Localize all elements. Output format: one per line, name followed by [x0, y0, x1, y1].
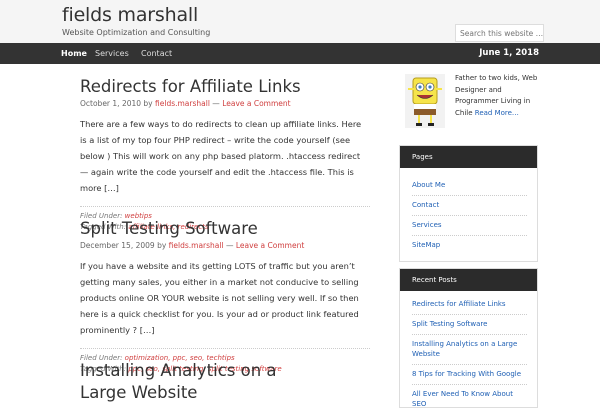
read-more-link[interactable]: Read More…	[475, 109, 519, 117]
search-input[interactable]	[455, 24, 544, 42]
page-link-sitemap[interactable]: SiteMap	[412, 236, 527, 255]
page-link-services[interactable]: Services	[412, 216, 527, 236]
post-by: by	[157, 241, 167, 250]
post-excerpt: If you have a website and its getting LO…	[80, 261, 359, 335]
current-date: June 1, 2018	[479, 48, 539, 58]
recent-post-link[interactable]: Installing Analytics on a Large Website	[412, 335, 527, 365]
site-description: Website Optimization and Consulting	[62, 28, 211, 37]
widget-title: Recent Posts	[400, 269, 537, 291]
primary-nav: Home Services Contact June 1, 2018	[0, 43, 600, 64]
recent-post-link[interactable]: 8 Tips for Tracking With Google	[412, 365, 527, 385]
post-meta: October 1, 2010 by fields.marshall — Lea…	[80, 99, 370, 108]
post-title[interactable]: Redirects for Affiliate Links	[80, 76, 370, 97]
page-link-contact[interactable]: Contact	[412, 196, 527, 216]
author-box: Father to two kids, Web Designer and Pro…	[399, 74, 538, 134]
site-title[interactable]: fields marshall	[62, 4, 198, 26]
post-author-link[interactable]: fields.marshall	[169, 241, 224, 250]
post-excerpt: There are a few ways to do redirects to …	[80, 119, 362, 193]
widget-title: Pages	[400, 146, 537, 168]
page-link-about[interactable]: About Me	[412, 176, 527, 196]
recent-post-link[interactable]: Split Testing Software	[412, 315, 527, 335]
post: Installing Analytics on a Large Website	[80, 360, 370, 404]
nav-home[interactable]: Home	[61, 43, 87, 64]
post-meta: December 15, 2009 by fields.marshall — L…	[80, 241, 370, 250]
site-header: fields marshall Website Optimization and…	[0, 0, 600, 43]
spongebob-avatar-icon	[405, 74, 445, 128]
recent-post-link[interactable]: Redirects for Affiliate Links	[412, 295, 527, 315]
meta-separator: —	[212, 99, 220, 108]
post-by: by	[143, 99, 153, 108]
recent-posts-widget: Recent Posts Redirects for Affiliate Lin…	[399, 268, 538, 408]
post: Redirects for Affiliate Links October 1,…	[80, 76, 370, 233]
author-bio: Father to two kids, Web Designer and Pro…	[455, 73, 541, 119]
post-date: December 15, 2009	[80, 241, 155, 250]
post-title[interactable]: Split Testing Software	[80, 218, 370, 239]
pages-widget: Pages About Me Contact Services SiteMap	[399, 145, 538, 262]
post-date: October 1, 2010	[80, 99, 142, 108]
recent-post-link[interactable]: All Ever Need To Know About SEO	[412, 385, 527, 407]
post-author-link[interactable]: fields.marshall	[155, 99, 210, 108]
post: Split Testing Software December 15, 2009…	[80, 218, 370, 375]
leave-comment-link[interactable]: Leave a Comment	[222, 99, 290, 108]
post-title[interactable]: Installing Analytics on a Large Website	[80, 360, 310, 404]
meta-separator: —	[225, 241, 234, 250]
nav-services[interactable]: Services	[95, 43, 129, 64]
leave-comment-link[interactable]: Leave a Comment	[236, 241, 304, 250]
nav-contact[interactable]: Contact	[141, 43, 172, 64]
